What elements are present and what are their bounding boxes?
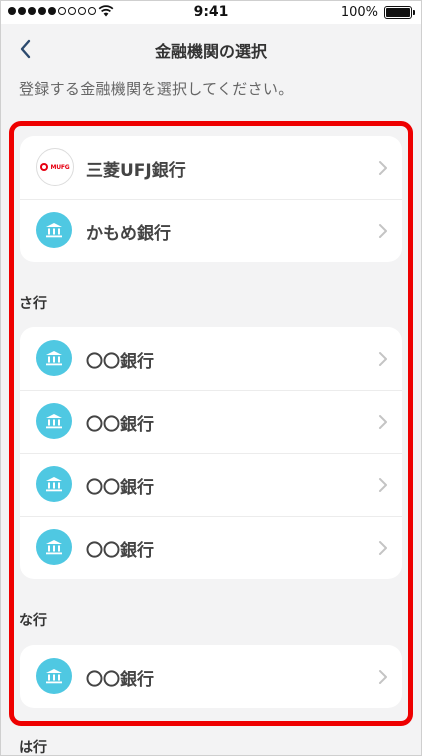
bank-list-card-sa: 〇〇銀行 〇〇銀行 〇〇銀行 〇〇銀行 — [20, 327, 402, 579]
bank-name: 〇〇銀行 — [86, 352, 154, 372]
list-item-bank[interactable]: かもめ銀行 — [20, 199, 402, 262]
list-item-bank[interactable]: 〇〇銀行 — [20, 390, 402, 453]
bank-icon — [36, 340, 72, 376]
bank-name: かもめ銀行 — [86, 224, 171, 244]
bank-icon — [36, 403, 72, 439]
chevron-right-icon — [379, 352, 387, 366]
bank-name: 〇〇銀行 — [86, 670, 154, 690]
chevron-right-icon — [379, 541, 387, 555]
status-bar: 9:41 100% — [0, 0, 422, 24]
bank-icon — [36, 212, 72, 248]
bank-list-card-featured: MUFG 三菱UFJ銀行 かもめ銀行 — [20, 136, 402, 262]
chevron-right-icon — [379, 415, 387, 429]
bank-icon — [36, 529, 72, 565]
bank-icon — [36, 466, 72, 502]
chevron-right-icon — [379, 478, 387, 492]
chevron-right-icon — [379, 161, 387, 175]
page-title: 金融機関の選択 — [154, 42, 267, 61]
section-header-na: な行 — [19, 613, 47, 629]
section-header-sa: さ行 — [19, 296, 47, 312]
list-item-bank[interactable]: 〇〇銀行 — [20, 516, 402, 579]
battery-icon — [384, 6, 412, 19]
navigation-bar: 金融機関の選択 — [0, 24, 422, 74]
list-item-bank[interactable]: 〇〇銀行 — [20, 327, 402, 390]
battery-percentage: 100% — [340, 5, 378, 20]
list-item-bank[interactable]: MUFG 三菱UFJ銀行 — [20, 136, 402, 199]
bank-list-card-na: 〇〇銀行 — [20, 645, 402, 708]
list-item-bank[interactable]: 〇〇銀行 — [20, 645, 402, 708]
bank-name: 〇〇銀行 — [86, 478, 154, 498]
mufg-logo-icon: MUFG — [36, 148, 74, 186]
chevron-right-icon — [379, 670, 387, 684]
list-item-bank[interactable]: 〇〇銀行 — [20, 453, 402, 516]
bank-icon — [36, 658, 72, 694]
page-subtitle: 登録する金融機関を選択してください。 — [19, 80, 294, 98]
bank-name: 三菱UFJ銀行 — [86, 161, 186, 181]
chevron-right-icon — [379, 224, 387, 238]
bank-name: 〇〇銀行 — [86, 415, 154, 435]
mufg-logo-text: MUFG — [50, 163, 70, 171]
bank-name: 〇〇銀行 — [86, 541, 154, 561]
section-header-ha: は行 — [19, 740, 47, 756]
